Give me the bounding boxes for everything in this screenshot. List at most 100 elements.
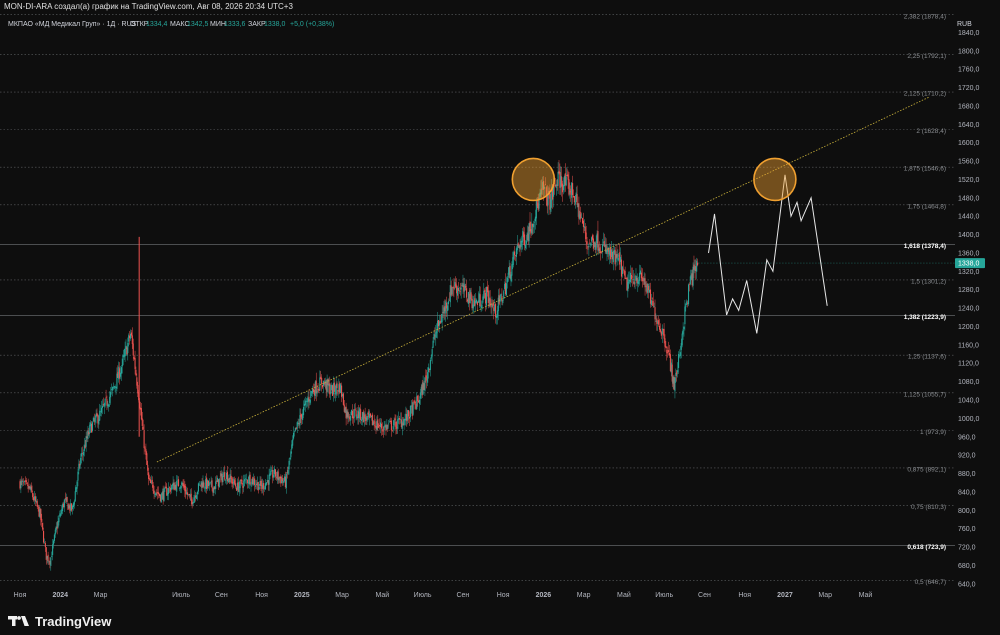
candle-body: [631, 276, 633, 278]
candle-body: [124, 348, 126, 357]
price-axis-tick: 1400,0: [958, 232, 980, 239]
price-axis-tick: 1440,0: [958, 214, 980, 221]
candle-body: [80, 457, 82, 465]
candle-body: [622, 268, 624, 270]
candle-body: [265, 482, 267, 485]
candle-body: [52, 544, 54, 556]
candle-body: [447, 301, 450, 305]
fib-level-label: 1,875 (1546,6): [904, 166, 946, 173]
candle-body: [616, 254, 618, 258]
candle-body: [180, 485, 182, 489]
candle-body: [436, 330, 438, 334]
fib-level-label: 1,618 (1378,4): [904, 243, 946, 250]
candle-body: [453, 287, 455, 289]
candle-body: [665, 346, 667, 348]
candle-body: [106, 399, 108, 406]
candle-body: [198, 483, 200, 485]
price-axis-tick: 1720,0: [958, 85, 980, 92]
price-axis-tick: 1080,0: [958, 379, 980, 386]
candle-body: [506, 277, 508, 283]
price-axis-tick: 1280,0: [958, 287, 980, 294]
price-axis-tick: 1480,0: [958, 195, 980, 202]
price-axis[interactable]: 640,0 680,0 720,0 760,0 800,0 840,0 880,0 920,0…: [955, 14, 1000, 607]
price-axis-tick: 1160,0: [958, 342, 979, 349]
price-axis-tick: 1000,0: [958, 416, 980, 423]
highlight-circle[interactable]: [511, 157, 556, 202]
candle-body: [177, 479, 180, 487]
candle-body: [495, 303, 497, 318]
candle-body: [568, 179, 570, 195]
candle-body: [203, 482, 205, 487]
candle-body: [650, 300, 652, 306]
candle-body: [483, 290, 485, 298]
candle-body: [288, 460, 290, 470]
candle-body: [241, 479, 243, 485]
candle-body: [432, 340, 434, 348]
candle-body: [293, 431, 296, 433]
candle-body: [511, 264, 513, 276]
candle-body: [37, 505, 39, 507]
fib-level-label: 2,382 (1878,4): [904, 14, 946, 20]
candle-body: [111, 386, 113, 391]
candle-body: [130, 332, 132, 336]
candle-body: [231, 478, 233, 484]
fib-level-label: 2 (1628,4): [916, 128, 946, 135]
tradingview-logo[interactable]: TradingView: [8, 611, 111, 631]
candle-body: [73, 501, 75, 505]
candle-body: [581, 217, 583, 219]
price-axis-tick: 880,0: [958, 471, 976, 478]
candle-body: [557, 171, 559, 186]
candle-body: [595, 243, 597, 250]
candle-body: [470, 292, 472, 300]
fib-level-label: 2,25 (1792,1): [907, 53, 946, 60]
candle-body: [679, 352, 681, 357]
candle-body: [330, 392, 332, 394]
price-axis-tick: 1760,0: [958, 67, 980, 74]
candle-body: [92, 417, 94, 422]
candle-body: [47, 554, 49, 562]
candle-body: [390, 420, 392, 431]
candle-body: [22, 480, 24, 482]
fib-level-label: 0,5 (646,7): [915, 579, 946, 586]
candle-body: [697, 262, 699, 266]
highlight-circle[interactable]: [753, 157, 797, 202]
candle-body: [76, 481, 78, 489]
candle-body: [282, 477, 284, 482]
time-axis-tick: Сен: [698, 592, 711, 599]
candle-body: [168, 487, 171, 488]
candle-body: [451, 287, 453, 295]
candle-body: [658, 320, 660, 325]
price-axis-tick: 800,0: [958, 508, 976, 515]
candle-body: [23, 482, 25, 484]
candle-body: [254, 478, 256, 486]
candle-body: [144, 447, 146, 449]
time-axis-tick: Мар: [818, 592, 832, 599]
candle-body: [663, 328, 665, 339]
candle-body: [152, 484, 154, 492]
candle-body: [409, 405, 411, 418]
fib-level-label: 1,382 (1223,9): [904, 314, 946, 321]
candle-body: [417, 395, 419, 402]
candle-body: [302, 407, 305, 416]
legend-values: ОТКР 1334,4 МАКС 1342,5 МИН 1333,6 ЗАКР …: [130, 21, 334, 28]
candle-body: [496, 310, 498, 318]
candle-body: [26, 483, 28, 484]
price-axis-tick: 640,0: [958, 581, 976, 588]
candle-body: [316, 390, 318, 394]
legend-high-value: 1342,5: [187, 21, 209, 28]
candle-body: [597, 231, 599, 251]
candle-body: [142, 426, 144, 430]
candle-body: [140, 408, 142, 420]
candle-body: [617, 257, 619, 261]
price-chart[interactable]: 0,5 (646,7) 0,618 (723,9) 0,75 (810,3) 0,87…: [0, 14, 1000, 607]
candle-body: [58, 517, 60, 523]
candle-body: [427, 372, 429, 383]
time-axis-tick: 2024: [52, 592, 68, 599]
candle-body: [648, 286, 650, 291]
candle-body: [319, 377, 321, 391]
candle-body: [431, 349, 433, 357]
legend-open-value: 1334,4: [146, 21, 168, 28]
candle-body: [234, 480, 236, 484]
candle-body: [218, 478, 220, 488]
candle-body: [525, 240, 527, 244]
